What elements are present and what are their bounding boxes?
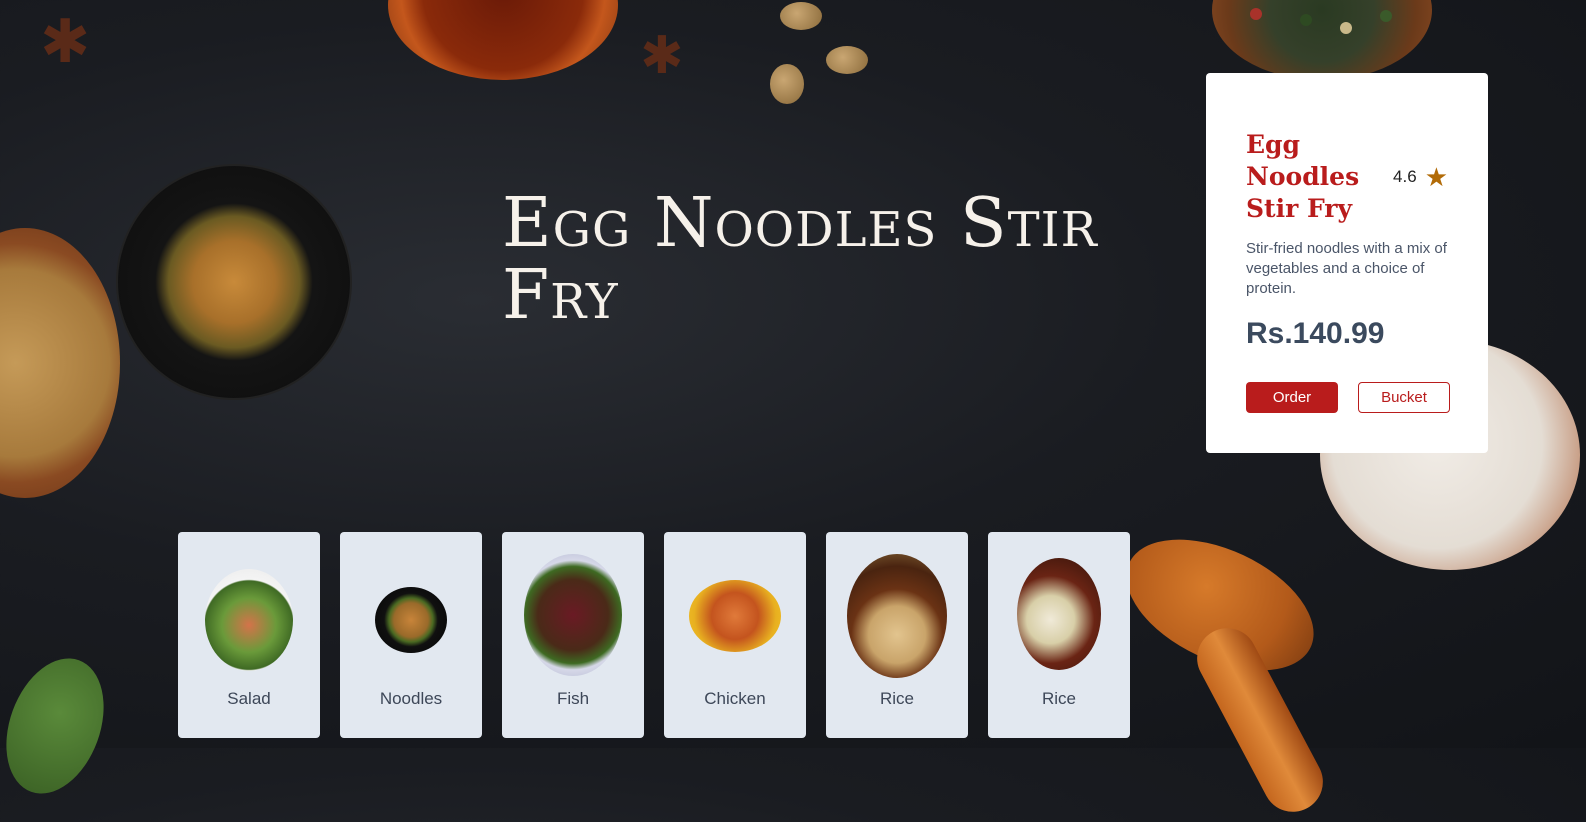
noodle-plate-image (118, 166, 350, 398)
leaf-image (0, 644, 122, 808)
category-label: Chicken (704, 689, 766, 708)
sauce-bowl-image (388, 0, 618, 80)
peppercorn-image (1300, 14, 1312, 26)
card-description: Stir-fried noodles with a mix of vegetab… (1246, 240, 1447, 297)
rating: 4.6 ★ (1393, 164, 1448, 190)
category-card-rice-2[interactable]: Rice (988, 532, 1130, 738)
category-label: Salad (227, 689, 271, 708)
category-card-chicken[interactable]: Chicken (664, 532, 806, 738)
salad-image (205, 569, 293, 671)
rating-value: 4.6 (1393, 167, 1417, 186)
category-label: Rice (879, 689, 914, 708)
category-label: Rice (1041, 689, 1076, 708)
peppercorn-bowl-image (1212, 0, 1432, 80)
nut-image (780, 2, 822, 30)
star-anise-image: ✱ (640, 26, 684, 86)
star-anise-image: ✱ (40, 7, 91, 77)
category-card-salad[interactable]: Salad (178, 532, 320, 738)
category-card-noodles[interactable]: Noodles (340, 532, 482, 738)
category-label: Noodles (379, 689, 443, 708)
chicken-image (689, 580, 781, 652)
card-actions: Order Bucket (1246, 382, 1450, 413)
peppercorn-image (1250, 8, 1262, 20)
bucket-button[interactable]: Bucket (1358, 382, 1450, 413)
biryani-image (1017, 558, 1101, 670)
category-list: Salad Noodles Fish Chicken Rice Rice (178, 532, 1130, 738)
star-icon: ★ (1424, 162, 1448, 192)
category-card-rice-1[interactable]: Rice (826, 532, 968, 738)
peppercorn-image (1380, 10, 1392, 22)
card-title: Egg Noodles Stir Fry (1246, 130, 1360, 223)
order-button[interactable]: Order (1246, 382, 1338, 413)
peppercorn-image (1340, 22, 1352, 34)
dish-detail-card: Egg Noodles Stir Fry 4.6 ★ Stir-fried no… (1206, 73, 1488, 453)
noodles-image (375, 587, 447, 653)
fish-image (524, 554, 622, 676)
category-card-fish[interactable]: Fish (502, 532, 644, 738)
card-price: Rs.140.99 (1246, 317, 1385, 350)
nut-image (770, 64, 804, 104)
hero-title: Egg Noodles Stir Fry (502, 184, 1098, 335)
rice-chicken-image (847, 554, 947, 678)
category-label: Fish (556, 689, 590, 708)
nut-image (826, 46, 868, 74)
grain-bowl-image (0, 228, 120, 498)
